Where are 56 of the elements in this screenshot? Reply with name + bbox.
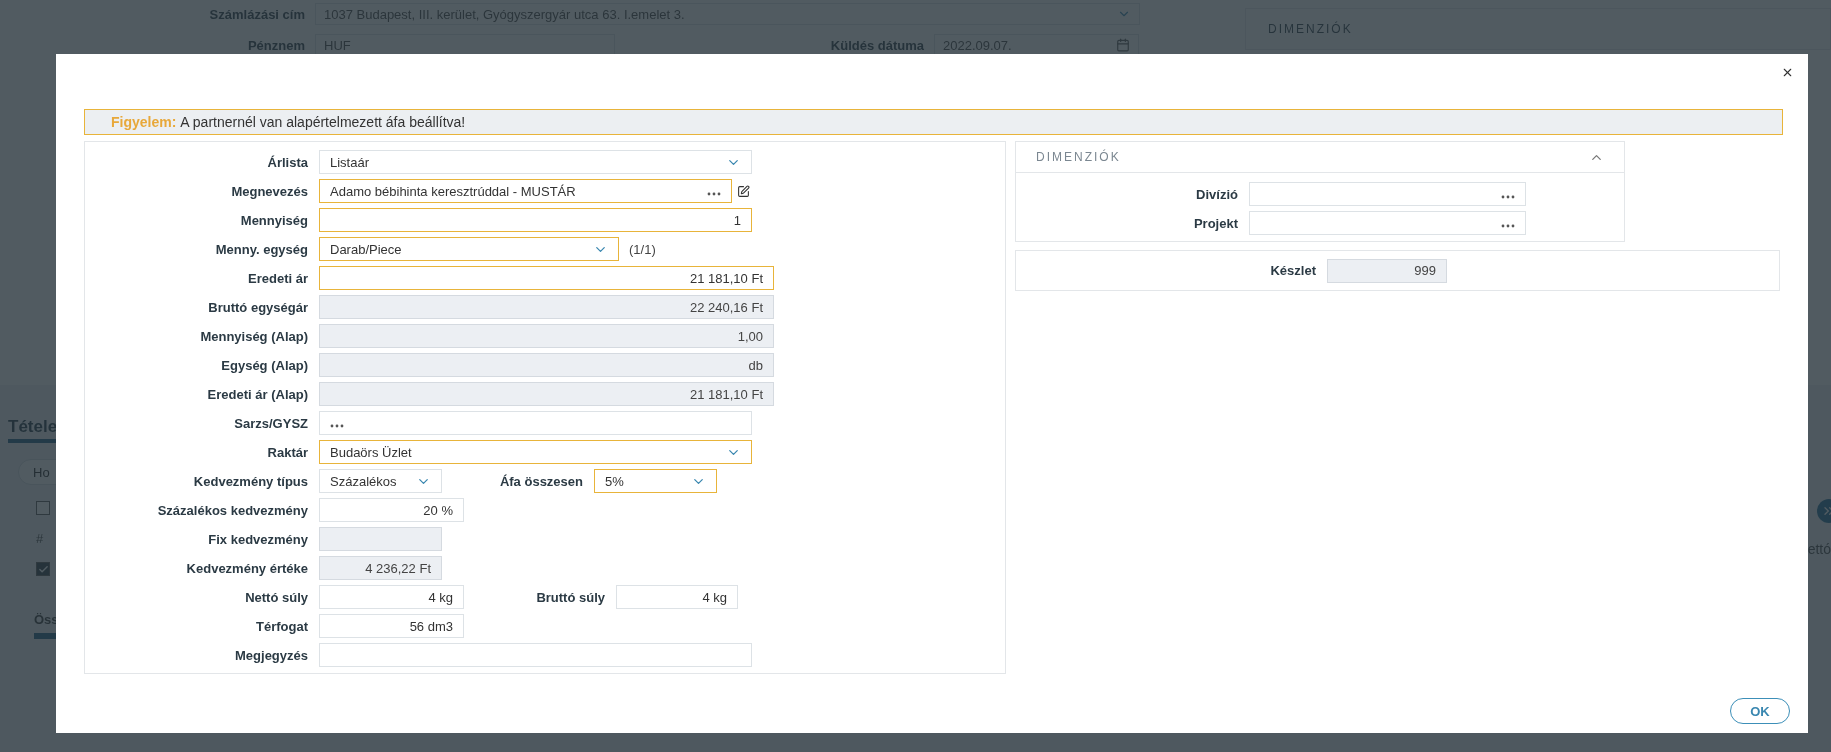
dropdown[interactable]: 5%: [594, 469, 717, 493]
input-field[interactable]: 21 181,10 Ft: [319, 266, 774, 290]
input-field[interactable]: 1: [319, 208, 752, 232]
more-icon[interactable]: [1501, 195, 1515, 199]
field-label: Divízió: [1195, 186, 1239, 202]
readonly-field: 4 236,22 Ft: [319, 556, 442, 580]
lookup-field[interactable]: [1249, 211, 1526, 235]
readonly-field: 999: [1327, 258, 1447, 283]
field-label: Kedvezmény típus: [192, 473, 309, 489]
input-field[interactable]: 4 kg: [319, 585, 464, 609]
readonly-field: 21 181,10 Ft: [319, 382, 774, 406]
field-label: Kedvezmény értéke: [185, 560, 309, 576]
warning-title: Figyelem:: [111, 114, 177, 130]
field-label: Mennyiség: [239, 212, 309, 228]
field-label: Menny. egység: [214, 241, 309, 257]
dropdown[interactable]: Listaár: [319, 150, 752, 174]
field-label: Fix kedvezmény: [207, 531, 309, 547]
field-label: Mennyiség (Alap): [199, 328, 309, 344]
input-field[interactable]: 56 dm3: [319, 614, 464, 638]
input-field[interactable]: 20 %: [319, 498, 464, 522]
field-label: Megnevezés: [230, 183, 309, 199]
lookup-field[interactable]: Adamo bébihinta keresztrúddal - MUSTÁR: [319, 179, 732, 203]
field-label: Raktár: [266, 444, 309, 460]
column-header: #: [36, 531, 44, 546]
input-field[interactable]: 4 kg: [616, 585, 738, 609]
field-label: Eredeti ár: [247, 270, 309, 286]
field-label: Megjegyzés: [234, 647, 309, 663]
ok-button[interactable]: OK: [1730, 698, 1790, 724]
more-icon[interactable]: [330, 424, 344, 428]
field-label: Bruttó súly: [535, 589, 606, 605]
field-label: Árlista: [266, 154, 309, 170]
field-label: Eredeti ár (Alap): [206, 386, 309, 402]
readonly-field: db: [319, 353, 774, 377]
more-icon[interactable]: [707, 192, 721, 196]
field-label: Bruttó egységár: [207, 299, 309, 315]
warning-text: A partnernél van alapértelmezett áfa beállítva!: [180, 114, 466, 130]
dropdown[interactable]: Budaörs Üzlet: [319, 440, 752, 464]
field-label: Sarzs/GYSZ: [233, 415, 309, 431]
field-label: Egység (Alap): [220, 357, 309, 373]
field-label: Nettó súly: [244, 589, 309, 605]
edit-icon[interactable]: [737, 184, 750, 198]
field-label: Áfa összesen: [498, 473, 584, 489]
field-label: Százalékos kedvezmény: [156, 502, 309, 518]
readonly-field: 22 240,16 Ft: [319, 295, 774, 319]
field-label: Projekt: [1192, 215, 1239, 231]
lookup-field[interactable]: [319, 411, 752, 435]
readonly-field: 1,00: [319, 324, 774, 348]
more-icon[interactable]: [1501, 224, 1515, 228]
dropdown[interactable]: Százalékos: [319, 469, 442, 493]
field-label: Térfogat: [255, 618, 309, 634]
dropdown[interactable]: Darab/Piece: [319, 237, 619, 261]
lookup-field[interactable]: [1249, 182, 1526, 206]
close-icon: [1781, 66, 1794, 79]
unit-ratio: (1/1): [629, 241, 656, 257]
field-label: Készlet: [1269, 263, 1317, 278]
input-field[interactable]: [319, 643, 752, 667]
